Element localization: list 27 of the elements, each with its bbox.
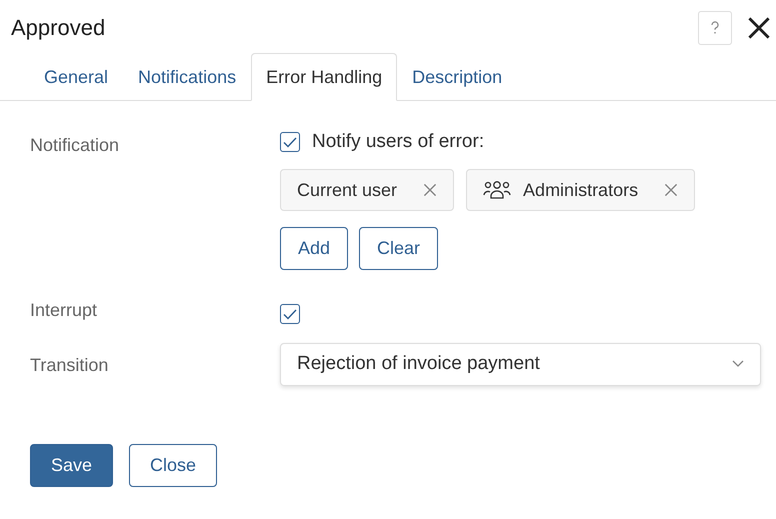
close-icon bbox=[423, 183, 438, 197]
tab[interactable]: Error Handling bbox=[251, 53, 398, 101]
close-icon bbox=[664, 183, 678, 197]
close-button[interactable]: Close bbox=[129, 444, 218, 486]
field-label: Interrupt bbox=[30, 299, 98, 322]
close-button[interactable] bbox=[746, 15, 772, 41]
tab[interactable]: General bbox=[29, 53, 124, 101]
window-title: Approved bbox=[11, 15, 106, 41]
add-button[interactable]: Add bbox=[280, 227, 348, 270]
field-label: Transition bbox=[30, 354, 110, 376]
group-icon bbox=[483, 180, 512, 200]
help-icon bbox=[710, 21, 720, 35]
field-label: Notification bbox=[30, 134, 120, 157]
check-icon bbox=[283, 136, 297, 148]
checkbox[interactable] bbox=[280, 132, 300, 152]
chevron-down-icon bbox=[732, 360, 744, 368]
recipient-name: Current user bbox=[297, 180, 398, 200]
save-button[interactable]: Save bbox=[30, 444, 114, 486]
checkbox[interactable] bbox=[280, 304, 300, 324]
transition-select[interactable]: Rejection of invoice payment bbox=[280, 342, 761, 386]
tab[interactable]: Description bbox=[397, 53, 518, 101]
clear-button[interactable]: Clear bbox=[359, 227, 438, 270]
recipient-name: Administrators bbox=[523, 180, 638, 200]
tab[interactable]: Notifications bbox=[123, 53, 252, 101]
check-icon bbox=[283, 308, 297, 320]
checkbox-label: Notify users of error: bbox=[312, 131, 484, 153]
close-icon bbox=[747, 16, 771, 40]
